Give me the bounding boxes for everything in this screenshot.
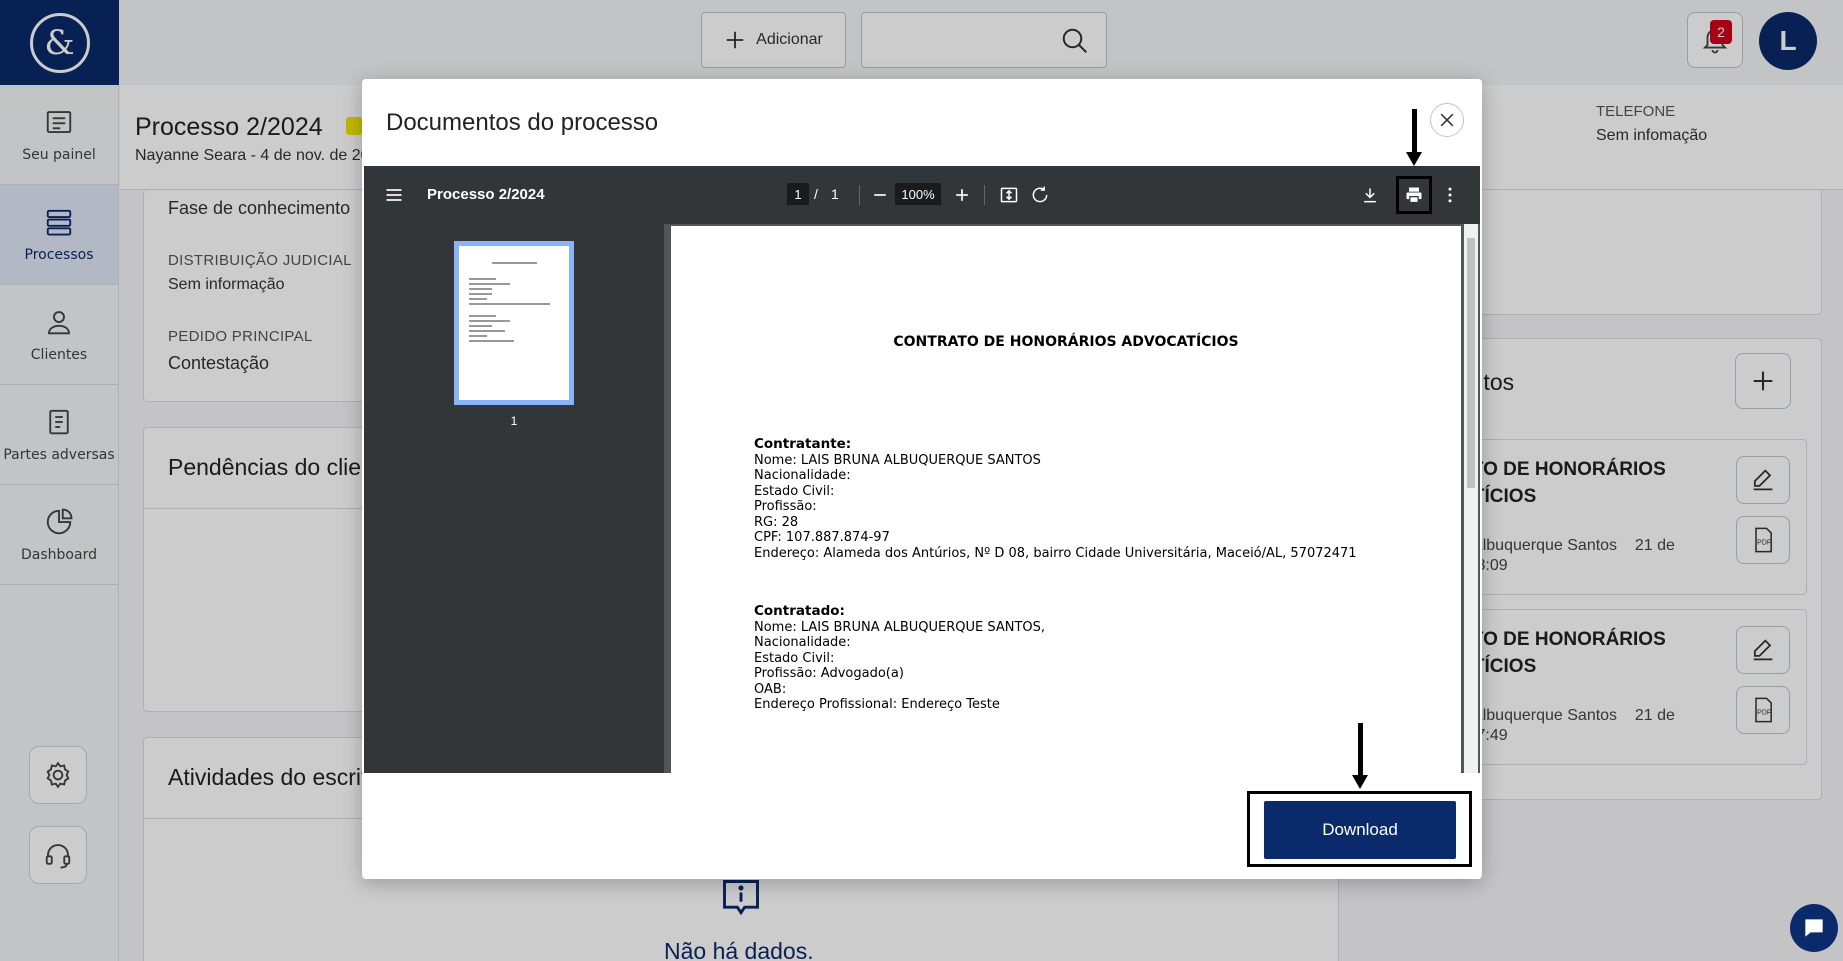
modal-title: Documentos do processo: [386, 109, 659, 136]
plus-icon: [956, 189, 968, 201]
pdf-heading: CONTRATO DE HONORÁRIOS ADVOCATÍCIOS: [893, 334, 1239, 350]
zoom-in-button[interactable]: [952, 185, 972, 205]
download-button[interactable]: Download: [1264, 801, 1456, 859]
chat-button[interactable]: [1790, 904, 1838, 952]
rotate-button[interactable]: [1030, 185, 1050, 205]
printer-icon: [1406, 187, 1422, 204]
toolbar-divider: [859, 185, 860, 205]
menu-button[interactable]: [384, 185, 404, 205]
scrollbar-thumb[interactable]: [1467, 238, 1475, 488]
minus-icon: [874, 194, 886, 196]
fit-page-button[interactable]: [999, 185, 1019, 205]
contratado-block: Contratado: Nome: LAIS BRUNA ALBUQUERQUE…: [754, 603, 1046, 713]
contratante-details: Nome: LAIS BRUNA ALBUQUERQUE SANTOS Naci…: [754, 452, 1357, 561]
pdf-toolbar: Processo 2/2024 1 / 1 100%: [364, 166, 1480, 224]
more-vertical-icon: [1448, 187, 1452, 203]
pdf-title: Processo 2/2024: [427, 186, 545, 203]
annotation-arrow: [1352, 723, 1368, 789]
zoom-level[interactable]: 100%: [895, 183, 941, 205]
pdf-viewer: Processo 2/2024 1 / 1 100% 1 CONTRATO DE…: [364, 166, 1480, 773]
contratado-details: Nome: LAIS BRUNA ALBUQUERQUE SANTOS, Nac…: [754, 619, 1046, 713]
toolbar-divider: [984, 185, 985, 205]
more-options-button[interactable]: [1440, 185, 1460, 205]
close-button[interactable]: [1430, 103, 1464, 137]
page-separator: /: [814, 186, 818, 202]
page-total: 1: [831, 186, 839, 202]
contratado-label: Contratado:: [754, 603, 845, 619]
zoom-out-button[interactable]: [870, 185, 890, 205]
close-icon: [1440, 113, 1454, 127]
download-button[interactable]: [1360, 185, 1380, 205]
pdf-scrollbar[interactable]: [1464, 224, 1478, 773]
thumbnail-number: 1: [510, 414, 518, 428]
hamburger-icon: [386, 189, 402, 201]
contratante-block: Contratante: Nome: LAIS BRUNA ALBUQUERQU…: [754, 436, 1357, 561]
download-icon: [1364, 188, 1376, 203]
chat-icon: [1805, 919, 1823, 937]
page-thumbnail[interactable]: [454, 241, 574, 405]
rotate-icon: [1032, 186, 1048, 203]
pdf-page: CONTRATO DE HONORÁRIOS ADVOCATÍCIOS Cont…: [671, 226, 1461, 773]
annotation-arrow: [1406, 109, 1422, 166]
thumbnail-pane: 1: [364, 224, 664, 773]
contratante-label: Contratante:: [754, 436, 852, 452]
print-button[interactable]: [1404, 185, 1424, 205]
documents-modal: Documentos do processo Processo 2/2024 1…: [362, 79, 1482, 879]
page-number-input[interactable]: 1: [787, 183, 809, 205]
fit-to-page-icon: [1000, 187, 1018, 203]
